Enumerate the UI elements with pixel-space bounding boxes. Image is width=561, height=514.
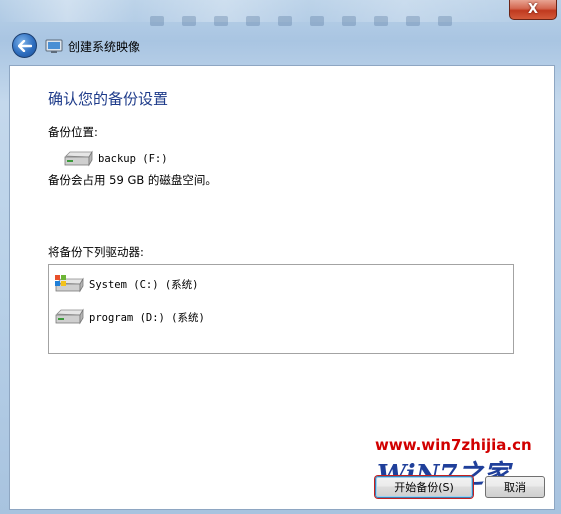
drive-label: program (D:) (系统) bbox=[89, 311, 205, 324]
hard-drive-icon bbox=[64, 150, 93, 167]
drives-list[interactable]: System (C:) (系统) program (D:) (系统) bbox=[48, 264, 514, 354]
list-item[interactable]: program (D:) (系统) bbox=[53, 308, 205, 326]
system-image-icon bbox=[45, 39, 63, 53]
backup-drive-name: backup (F:) bbox=[98, 153, 168, 165]
drive-label: System (C:) (系统) bbox=[89, 278, 199, 291]
background-toolbar bbox=[150, 16, 470, 30]
page-title: 确认您的备份设置 bbox=[48, 90, 169, 108]
cancel-button[interactable]: 取消 bbox=[485, 476, 545, 498]
backup-location-label: 备份位置: bbox=[48, 125, 98, 139]
back-button[interactable] bbox=[12, 33, 37, 58]
close-icon: X bbox=[527, 2, 539, 17]
space-required-text: 备份会占用 59 GB 的磁盘空间。 bbox=[48, 173, 217, 187]
drives-list-label: 将备份下列驱动器: bbox=[48, 245, 144, 259]
wizard-content: 确认您的备份设置 备份位置: backup (F:) 备份会占用 59 GB 的… bbox=[9, 65, 555, 510]
windows-drive-icon bbox=[55, 275, 84, 293]
start-backup-button[interactable]: 开始备份(S) bbox=[375, 476, 473, 498]
close-button[interactable]: X bbox=[509, 0, 557, 20]
arrow-left-icon bbox=[17, 39, 32, 52]
list-item[interactable]: System (C:) (系统) bbox=[53, 275, 199, 293]
watermark-url: www.win7zhijia.cn bbox=[375, 436, 532, 454]
window-frame: X 创建系统映像 确认您的备份设置 备份位置: backup (F:) 备份会占… bbox=[0, 0, 561, 514]
window-title: 创建系统映像 bbox=[68, 40, 141, 54]
hard-drive-icon bbox=[55, 308, 84, 325]
backup-location-drive: backup (F:) bbox=[62, 150, 168, 168]
